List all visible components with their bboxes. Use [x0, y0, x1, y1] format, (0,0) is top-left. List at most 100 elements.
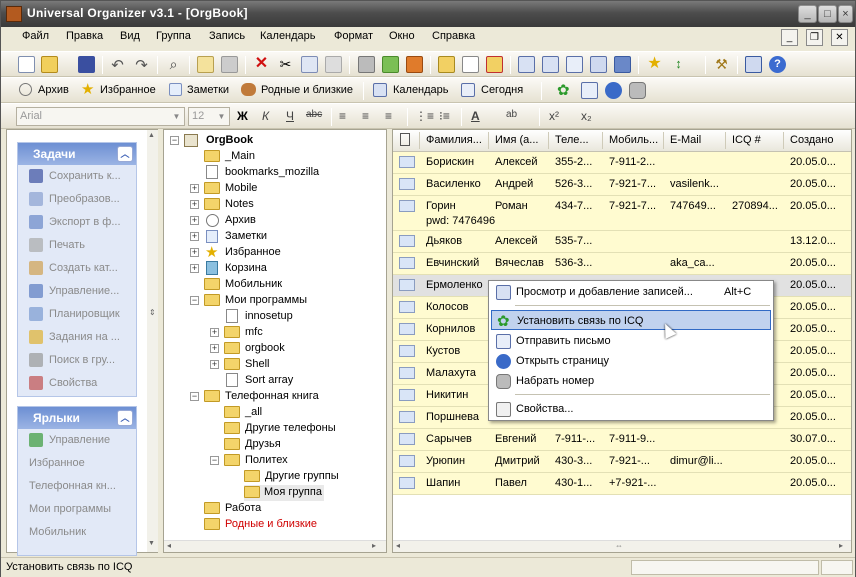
- list-view-icon[interactable]: [590, 56, 607, 73]
- menu-view-records-item[interactable]: Просмотр и добавление записей... Alt+C: [491, 282, 771, 302]
- today-button[interactable]: Сегодня: [481, 84, 523, 96]
- align-left-icon[interactable]: ≡: [339, 109, 346, 123]
- table-row[interactable]: Василенко Андрей 526-3... 7-921-7... vasilen…: [393, 174, 851, 196]
- subscript-button[interactable]: x₂: [581, 109, 592, 123]
- col-phone[interactable]: Теле...: [555, 134, 589, 146]
- list-hscrollbar[interactable]: ◂ ⇔ ▸: [393, 540, 851, 552]
- shortcuts-panel-header[interactable]: Ярлыки ︿: [18, 407, 136, 429]
- menu-group[interactable]: Группа: [156, 30, 191, 42]
- col-email[interactable]: E-Mail: [670, 134, 701, 146]
- shortcut-programs-item[interactable]: Мои программы: [18, 498, 136, 521]
- italic-button[interactable]: К: [262, 109, 269, 123]
- paste-doc-icon[interactable]: [221, 56, 238, 73]
- shortcut-phonebook-item[interactable]: Телефонная кн...: [18, 475, 136, 498]
- table-row[interactable]: Евчинский Вячеслав 536-3... aka_ca... 20.05.…: [393, 253, 851, 275]
- strike-button[interactable]: abc: [306, 109, 322, 120]
- maximize-window-button[interactable]: □: [818, 5, 837, 23]
- superscript-button[interactable]: x²: [549, 109, 559, 123]
- font-size-combo[interactable]: 12 ▼: [188, 107, 230, 126]
- sort-icon[interactable]: ↕: [670, 56, 687, 73]
- highlight-icon[interactable]: ab: [506, 109, 517, 120]
- table-row[interactable]: Дьяков Алексей 535-7... 13.12.0...: [393, 231, 851, 253]
- notes-button[interactable]: Заметки: [187, 84, 229, 96]
- card-view-icon[interactable]: [542, 56, 559, 73]
- table-row[interactable]: Горин Роман 434-7... 7-921-7... 747649... 270…: [393, 196, 851, 231]
- mdi-restore-button[interactable]: ❐: [806, 29, 823, 46]
- font-combo[interactable]: Arial ▼: [16, 107, 185, 126]
- new-icon[interactable]: [18, 56, 35, 73]
- undo-icon[interactable]: ↶: [109, 56, 126, 74]
- col-created[interactable]: Создано: [790, 134, 833, 146]
- task-manage-item[interactable]: Управление...: [18, 280, 136, 303]
- favorites-button[interactable]: Избранное: [100, 84, 156, 96]
- collapse-icon[interactable]: ︿: [117, 410, 133, 426]
- open-icon[interactable]: [41, 56, 58, 73]
- underline-button[interactable]: Ч: [286, 109, 294, 123]
- save-icon[interactable]: [78, 56, 95, 73]
- menu-icq-connect-item[interactable]: ✿ Установить связь по ICQ: [491, 310, 771, 330]
- task-print-item[interactable]: Печать: [18, 234, 136, 257]
- icq-flower-icon[interactable]: ✿: [557, 82, 574, 99]
- phone-dial-icon[interactable]: [629, 82, 646, 99]
- collapse-icon[interactable]: ︿: [117, 146, 133, 162]
- task-scheduler-item[interactable]: Планировщик: [18, 303, 136, 326]
- menu-open-page-item[interactable]: Открыть страницу: [491, 351, 771, 371]
- menu-format[interactable]: Формат: [334, 30, 373, 42]
- tree-node-selected[interactable]: Моя группа: [244, 485, 324, 501]
- email-icon[interactable]: [581, 82, 598, 99]
- task-export-item[interactable]: Экспорт в ф...: [18, 211, 136, 234]
- table-row[interactable]: Урюпин Дмитрий 430-3... 7-921-... dimur@li..…: [393, 451, 851, 473]
- menu-edit[interactable]: Правка: [66, 30, 103, 42]
- new-folder-icon[interactable]: [438, 56, 455, 73]
- numbered-list-icon[interactable]: ⋮≡: [415, 109, 434, 123]
- archive-button[interactable]: Архив: [38, 84, 69, 96]
- task-search-item[interactable]: Поиск в гру...: [18, 349, 136, 372]
- help-icon[interactable]: ?: [769, 56, 786, 73]
- favorite-star-icon[interactable]: ★: [646, 56, 663, 73]
- new-record-icon[interactable]: [462, 56, 479, 73]
- web-view-icon[interactable]: [614, 56, 631, 73]
- task-jobs-item[interactable]: Задания на ...: [18, 326, 136, 349]
- menu-dial-item[interactable]: Набрать номер: [491, 371, 771, 391]
- align-center-icon[interactable]: ≡: [362, 109, 369, 123]
- calendar-grid-icon[interactable]: [745, 56, 762, 73]
- align-right-icon[interactable]: ≡: [385, 109, 392, 123]
- shortcut-favorites-item[interactable]: Избранное: [18, 452, 136, 475]
- tools-icon[interactable]: ⚒: [713, 56, 730, 73]
- print-icon[interactable]: [358, 56, 375, 73]
- bullet-list-icon[interactable]: ⁝≡: [439, 109, 450, 123]
- bold-button[interactable]: Ж: [237, 109, 248, 123]
- table-row[interactable]: Шапин Павел 430-1... +7-921-... 20.05.0...: [393, 473, 851, 495]
- menu-calendar[interactable]: Календарь: [260, 30, 316, 42]
- menu-record[interactable]: Запись: [209, 30, 245, 42]
- shortcut-manage-item[interactable]: Управление: [18, 429, 136, 452]
- menu-properties-item[interactable]: Свойства...: [491, 399, 771, 419]
- text-color-icon[interactable]: A: [471, 109, 480, 123]
- col-mobile[interactable]: Мобиль...: [609, 134, 658, 146]
- cut-icon[interactable]: ✂: [277, 56, 294, 73]
- import-icon[interactable]: [382, 56, 399, 73]
- delete-folder-icon[interactable]: [486, 56, 503, 73]
- copy-doc-icon[interactable]: [197, 56, 214, 73]
- menu-view[interactable]: Вид: [120, 30, 140, 42]
- table-row[interactable]: Борискин Алексей 355-2... 7-911-2... 20.05.0…: [393, 152, 851, 174]
- col-lastname[interactable]: Фамилия...: [426, 134, 482, 146]
- task-pane-scrollbar[interactable]: ▲ ⇕ ▼: [147, 130, 158, 552]
- export-icon[interactable]: [406, 56, 423, 73]
- task-save-item[interactable]: Сохранить к...: [18, 165, 136, 188]
- task-convert-item[interactable]: Преобразов...: [18, 188, 136, 211]
- family-button[interactable]: Родные и близкие: [261, 84, 353, 96]
- shortcut-mobile-item[interactable]: Мобильник: [18, 521, 136, 544]
- menu-file[interactable]: Файл: [22, 30, 49, 42]
- menu-send-mail-item[interactable]: Отправить письмо: [491, 331, 771, 351]
- web-page-icon[interactable]: [605, 82, 622, 99]
- copy-icon[interactable]: [301, 56, 318, 73]
- menu-window[interactable]: Окно: [389, 30, 415, 42]
- task-properties-item[interactable]: Свойства: [18, 372, 136, 396]
- tree-hscrollbar[interactable]: ◂ ▸: [164, 540, 386, 552]
- redo-icon[interactable]: ↷: [133, 56, 150, 74]
- mdi-minimize-button[interactable]: _: [781, 29, 798, 46]
- calendar-button[interactable]: Календарь: [393, 84, 449, 96]
- find-icon[interactable]: ⌕: [165, 56, 182, 73]
- form-view-icon[interactable]: [566, 56, 583, 73]
